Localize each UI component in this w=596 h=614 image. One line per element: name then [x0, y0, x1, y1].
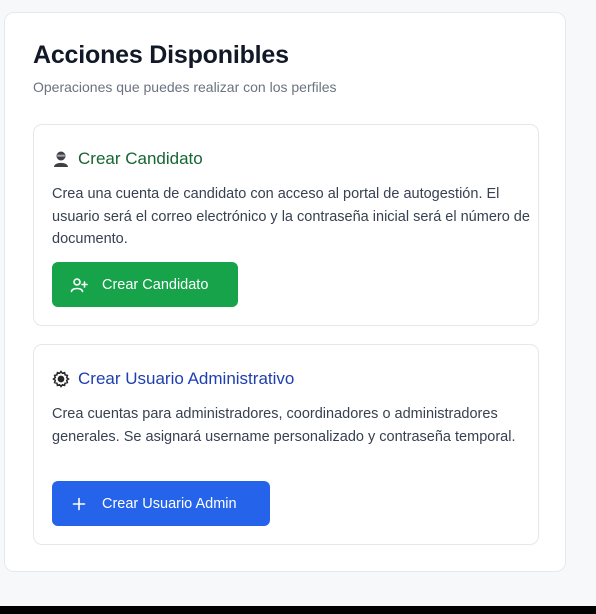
card-description: Crea una cuenta de candidato con acceso …	[52, 186, 530, 247]
card-header: Crear Usuario Administrativo	[52, 369, 294, 389]
card-title: Crear Usuario Administrativo	[78, 369, 295, 388]
bottom-bar	[0, 606, 596, 614]
create-candidate-card: Crear Candidato Crea una cuenta de candi…	[33, 124, 539, 326]
card-title: Crear Candidato	[78, 149, 203, 168]
panel-title: Acciones Disponibles	[33, 41, 289, 69]
create-candidate-button[interactable]: Crear Candidato	[52, 262, 238, 307]
actions-panel: Acciones Disponibles Operaciones que pue…	[4, 12, 566, 572]
create-admin-button[interactable]: Crear Usuario Admin	[52, 481, 270, 526]
person-silhouette-icon	[52, 150, 70, 168]
card-header: Crear Candidato	[52, 149, 203, 169]
button-label: Crear Candidato	[102, 276, 209, 293]
user-plus-icon	[70, 276, 88, 294]
card-description: Crea cuentas para administradores, coord…	[52, 406, 516, 445]
button-label: Crear Usuario Admin	[102, 495, 237, 512]
plus-icon	[70, 495, 88, 513]
create-admin-card: Crear Usuario Administrativo Crea cuenta…	[33, 344, 539, 545]
panel-subtitle: Operaciones que puedes realizar con los …	[33, 79, 337, 95]
gear-icon	[52, 370, 70, 388]
